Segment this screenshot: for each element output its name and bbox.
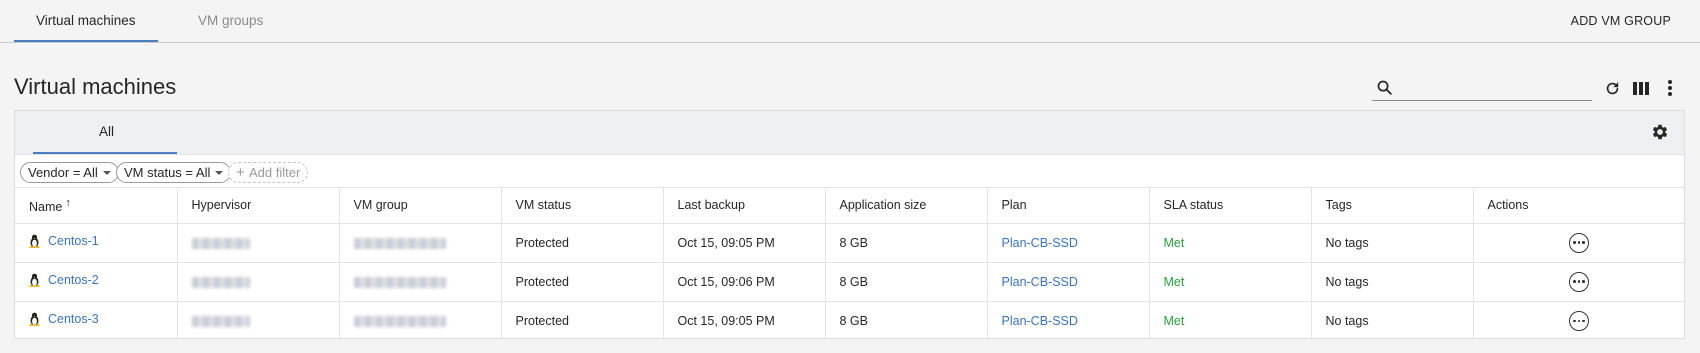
- linux-tux-icon: [29, 234, 40, 248]
- sla-status-cell: Met: [1149, 301, 1312, 340]
- more-actions-icon[interactable]: [1568, 310, 1589, 331]
- plus-icon: +: [236, 164, 245, 181]
- sla-status-value: Met: [1163, 313, 1185, 328]
- column-header-vm-group[interactable]: VM group: [339, 188, 502, 224]
- column-header-plan[interactable]: Plan: [987, 188, 1150, 224]
- vm-name-link[interactable]: Centos-2: [48, 273, 99, 287]
- chevron-down-icon: [215, 171, 224, 175]
- filter-bar: Vendor = All VM status = All + Add filte…: [15, 155, 1684, 188]
- sla-status-cell: Met: [1149, 262, 1312, 302]
- add-filter-button[interactable]: + Add filter: [228, 162, 309, 183]
- vm-name-cell: Centos-1: [15, 223, 178, 263]
- last-backup-cell: Oct 15, 09:06 PM: [663, 262, 826, 302]
- application-size-cell: 8 GB: [825, 301, 988, 340]
- vm-status-filter-label: VM status = All: [124, 165, 211, 180]
- sla-status-value: Met: [1163, 274, 1185, 289]
- vm-name-link[interactable]: Centos-3: [48, 312, 99, 326]
- sort-ascending-icon: ↑: [65, 196, 71, 209]
- plan-cell: Plan-CB-SSD: [987, 262, 1150, 302]
- actions-cell: [1473, 301, 1684, 340]
- tags-cell: No tags: [1311, 223, 1474, 263]
- vm-status-filter-chip[interactable]: VM status = All: [116, 162, 232, 183]
- refresh-icon[interactable]: [1602, 78, 1622, 98]
- plan-link[interactable]: Plan-CB-SSD: [1002, 314, 1078, 328]
- plan-cell: Plan-CB-SSD: [987, 301, 1150, 340]
- vm-status-cell: Protected: [501, 262, 664, 302]
- tags-cell: No tags: [1311, 301, 1474, 340]
- linux-tux-icon: [29, 312, 40, 327]
- more-vertical-icon[interactable]: [1660, 78, 1680, 98]
- application-size-cell: 8 GB: [825, 223, 988, 263]
- view-tab-all[interactable]: All: [99, 124, 114, 139]
- sla-status-cell: Met: [1149, 223, 1312, 263]
- search-icon: [1377, 80, 1392, 95]
- hypervisor-cell-redacted: [177, 301, 340, 340]
- last-backup-cell: Oct 15, 09:05 PM: [663, 223, 826, 263]
- more-actions-icon[interactable]: [1568, 232, 1589, 253]
- plan-cell: Plan-CB-SSD: [987, 223, 1150, 263]
- actions-cell: [1473, 223, 1684, 263]
- actions-cell: [1473, 262, 1684, 302]
- search-input[interactable]: [1398, 78, 1588, 98]
- plan-link[interactable]: Plan-CB-SSD: [1002, 275, 1078, 289]
- columns-icon[interactable]: [1631, 78, 1651, 98]
- column-header-application-size[interactable]: Application size: [825, 188, 988, 224]
- view-tabs: All: [15, 111, 1684, 155]
- last-backup-cell: Oct 15, 09:05 PM: [663, 301, 826, 340]
- vm-name-link[interactable]: Centos-1: [48, 234, 99, 248]
- search-field[interactable]: [1372, 76, 1592, 101]
- vm-name-cell: Centos-3: [15, 301, 178, 340]
- sla-status-value: Met: [1163, 235, 1185, 250]
- column-header-vm-status[interactable]: VM status: [501, 188, 664, 224]
- vm-group-cell-redacted: [339, 301, 502, 340]
- vm-status-cell: Protected: [501, 223, 664, 263]
- vendor-filter-chip[interactable]: Vendor = All: [20, 162, 119, 183]
- column-header-tags[interactable]: Tags: [1311, 188, 1474, 224]
- column-header-name[interactable]: Name ↑: [15, 188, 178, 224]
- vm-table-panel: All Vendor = All VM status = All + Add f…: [14, 110, 1685, 340]
- vm-group-cell-redacted: [339, 262, 502, 302]
- table-row: Centos-2 Protected Oct 15, 09:06 PM 8 GB…: [15, 262, 1684, 302]
- table-row: Centos-1 Protected Oct 15, 09:05 PM 8 GB…: [15, 223, 1684, 263]
- hypervisor-cell-redacted: [177, 262, 340, 302]
- tab-virtual-machines[interactable]: Virtual machines: [36, 13, 136, 28]
- plan-link[interactable]: Plan-CB-SSD: [1002, 236, 1078, 250]
- active-tab-indicator: [14, 40, 158, 42]
- vendor-filter-label: Vendor = All: [28, 165, 98, 180]
- more-actions-icon[interactable]: [1568, 271, 1589, 292]
- vm-group-cell-redacted: [339, 223, 502, 263]
- page-title: Virtual machines: [14, 74, 177, 99]
- table-header-row: Name ↑ Hypervisor VM group VM status Last…: [15, 188, 1684, 224]
- vm-table: Name ↑ Hypervisor VM group VM status Last…: [15, 188, 1684, 340]
- add-vm-group-button[interactable]: ADD VM GROUP: [1571, 14, 1671, 28]
- column-header-last-backup[interactable]: Last backup: [663, 188, 826, 224]
- gear-icon[interactable]: [1650, 122, 1670, 142]
- column-header-sla-status[interactable]: SLA status: [1149, 188, 1312, 224]
- tab-vm-groups[interactable]: VM groups: [198, 13, 263, 28]
- chevron-down-icon: [102, 171, 111, 175]
- tags-cell: No tags: [1311, 262, 1474, 302]
- table-row: Centos-3 Protected Oct 15, 09:05 PM 8 GB…: [15, 301, 1684, 340]
- application-size-cell: 8 GB: [825, 262, 988, 302]
- column-header-hypervisor[interactable]: Hypervisor: [177, 188, 340, 224]
- top-tab-bar: Virtual machines VM groups ADD VM GROUP: [0, 0, 1700, 43]
- column-header-actions: Actions: [1473, 188, 1684, 224]
- hypervisor-cell-redacted: [177, 223, 340, 263]
- add-filter-label: Add filter: [249, 165, 301, 180]
- linux-tux-icon: [29, 273, 40, 287]
- vm-status-cell: Protected: [501, 301, 664, 340]
- vm-name-cell: Centos-2: [15, 262, 178, 302]
- active-view-indicator: [33, 152, 177, 154]
